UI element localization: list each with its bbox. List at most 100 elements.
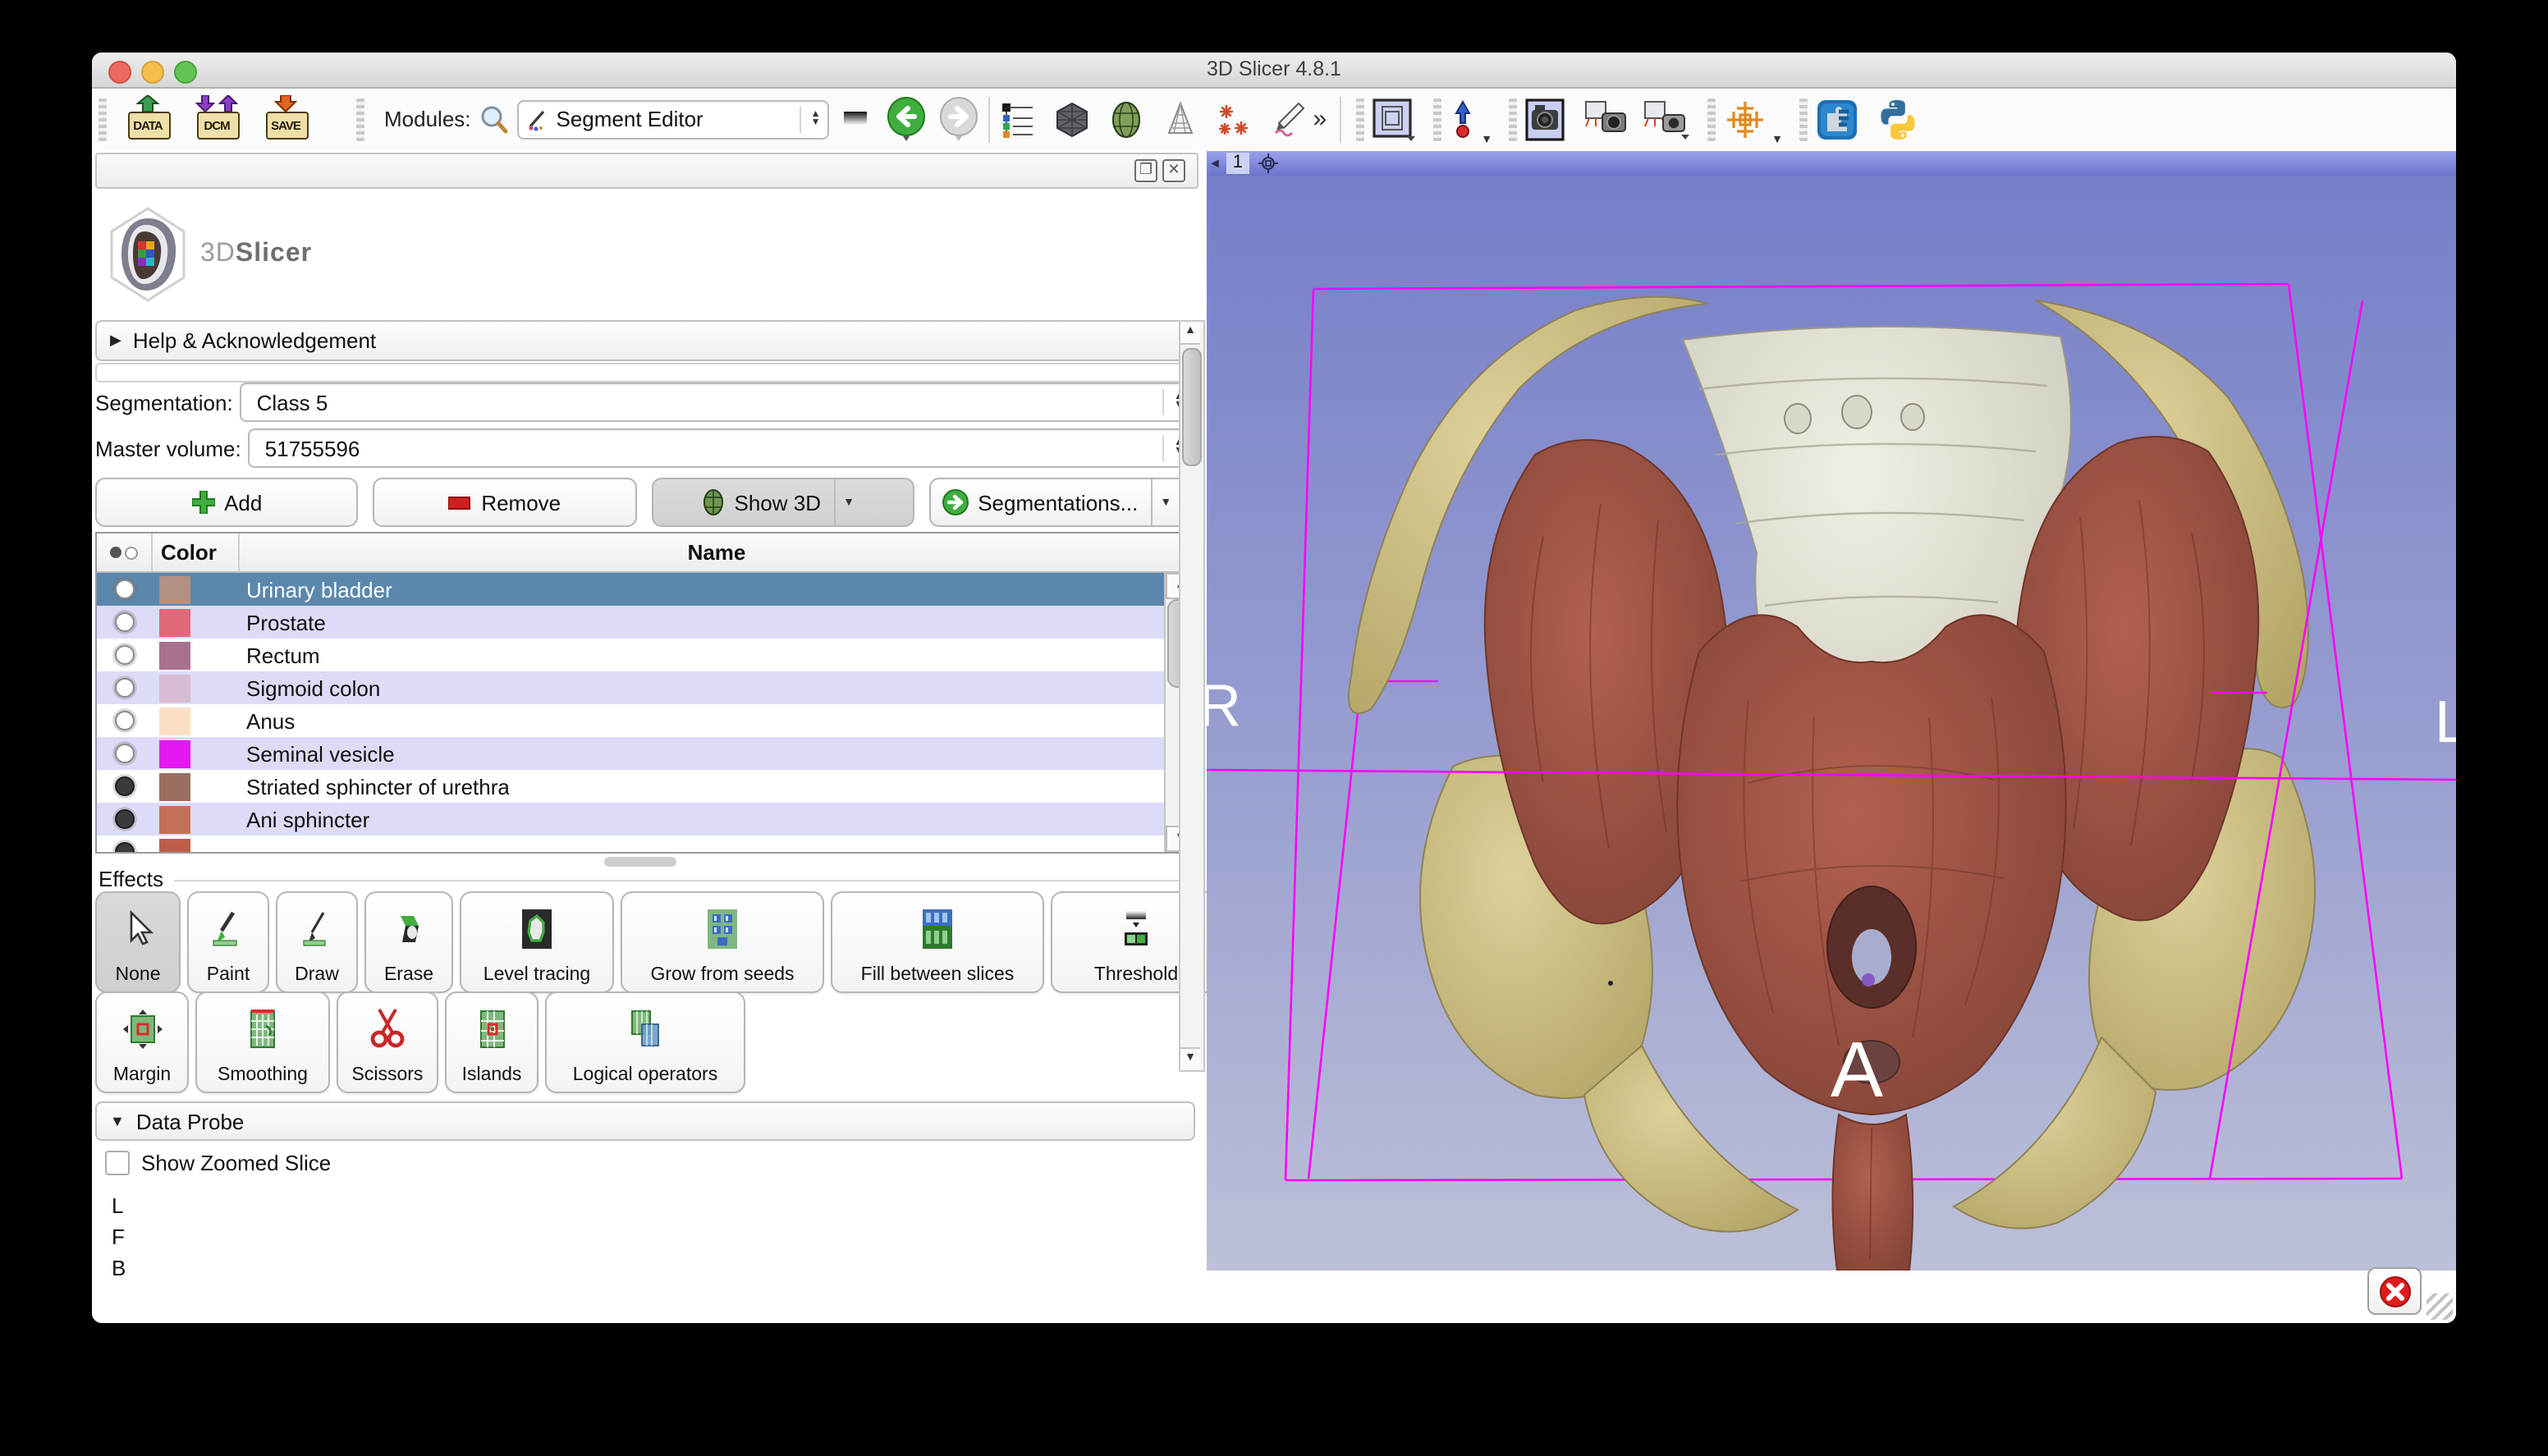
layout-selector-icon[interactable] xyxy=(1371,96,1420,142)
toolbar-grip[interactable] xyxy=(1433,98,1441,140)
data-module-cube-icon[interactable] xyxy=(1052,99,1092,139)
visibility-column-header[interactable] xyxy=(97,533,153,571)
show-3d-dropdown[interactable]: ▼ xyxy=(834,479,862,525)
effect-scissors-button[interactable]: Scissors xyxy=(337,991,438,1093)
module-back-button[interactable] xyxy=(885,96,928,142)
segment-row[interactable]: Prostate xyxy=(97,606,1166,639)
add-segment-button[interactable]: Add xyxy=(95,478,359,527)
crosshair-icon[interactable] xyxy=(1722,96,1768,142)
segment-row[interactable]: Seminal vesicle xyxy=(97,737,1166,770)
show-zoomed-slice-checkbox[interactable] xyxy=(105,1151,130,1175)
visibility-eye-icon[interactable] xyxy=(97,776,151,796)
error-log-button[interactable] xyxy=(2367,1267,2422,1315)
panel-float-icon[interactable]: ❐ xyxy=(1134,159,1157,182)
module-forward-button[interactable] xyxy=(937,96,980,142)
extensions-manager-icon[interactable] xyxy=(1814,96,1860,142)
segment-row[interactable]: Striated sphincter of urethra xyxy=(97,770,1166,803)
toolbar-grip[interactable] xyxy=(99,98,107,140)
toolbar-overflow-chevron[interactable]: » xyxy=(1313,105,1327,133)
visibility-eye-icon[interactable] xyxy=(97,612,151,632)
visibility-eye-icon[interactable] xyxy=(97,809,151,829)
panel-scroll-down-icon[interactable]: ▼ xyxy=(1180,1047,1200,1070)
effect-paint-button[interactable]: Paint xyxy=(187,891,269,993)
segment-color-swatch[interactable] xyxy=(159,608,190,636)
splitter-handle[interactable] xyxy=(604,857,676,867)
module-search-icon[interactable] xyxy=(478,103,511,135)
annotations-module-icon[interactable] xyxy=(1215,99,1254,139)
data-probe-section[interactable]: ▼ Data Probe xyxy=(95,1101,1195,1141)
visibility-eye-icon[interactable] xyxy=(97,711,151,730)
toolbar-grip[interactable] xyxy=(1707,98,1716,140)
segmentations-dropdown[interactable]: ▼ xyxy=(1151,479,1179,525)
effect-smoothing-button[interactable]: Smoothing xyxy=(195,991,330,1093)
panel-scroll-up-icon[interactable]: ▲ xyxy=(1180,322,1200,345)
python-console-icon[interactable] xyxy=(1875,96,1921,142)
remove-segment-button[interactable]: Remove xyxy=(373,478,637,527)
name-column-header[interactable]: Name xyxy=(240,533,1194,571)
effect-grow-from-seeds-button[interactable]: Grow from seeds xyxy=(621,891,824,993)
segment-row[interactable]: Urinary bladder xyxy=(97,573,1166,606)
viewbar-collapse-icon[interactable]: ◄ xyxy=(1208,156,1221,171)
color-column-header[interactable]: Color xyxy=(153,533,240,571)
help-acknowledgement-section[interactable]: ▶ Help & Acknowledgement xyxy=(95,320,1195,361)
visibility-eye-icon[interactable] xyxy=(97,579,151,599)
crosshair-dropdown[interactable]: ▼ xyxy=(1771,135,1783,146)
visibility-eye-icon[interactable] xyxy=(97,645,151,665)
effect-erase-button[interactable]: Erase xyxy=(364,891,453,993)
panel-scrollbar-thumb[interactable] xyxy=(1182,348,1202,466)
segment-row[interactable]: Rectum xyxy=(97,639,1166,671)
segment-row[interactable]: Sigmoid colon xyxy=(97,671,1166,704)
module-selector-combobox[interactable]: Segment Editor ▲▼ xyxy=(517,99,829,139)
screenshot-icon[interactable] xyxy=(1524,96,1570,142)
effect-level-tracing-button[interactable]: Level tracing xyxy=(460,891,614,993)
segment-color-swatch[interactable] xyxy=(159,641,190,669)
effect-none-button[interactable]: None xyxy=(95,891,181,993)
toolbar-grip[interactable] xyxy=(356,98,364,140)
module-combo-spinner[interactable]: ▲▼ xyxy=(800,106,821,132)
subject-hierarchy-icon[interactable] xyxy=(998,99,1038,139)
window-resize-grip[interactable] xyxy=(2427,1293,2453,1320)
module-panel-scrollbar[interactable]: ▲ ▼ xyxy=(1179,320,1205,1072)
toolbar-grip[interactable] xyxy=(1509,98,1517,140)
threed-viewport[interactable]: R L A xyxy=(1207,176,2456,1271)
visibility-eye-icon[interactable] xyxy=(97,842,151,854)
mouse-mode-icon[interactable] xyxy=(1448,98,1478,140)
segment-color-swatch[interactable] xyxy=(159,805,190,833)
segment-color-swatch[interactable] xyxy=(159,739,190,767)
modules-history-icon[interactable] xyxy=(842,109,868,129)
effect-logical-operators-button[interactable]: Logical operators xyxy=(545,991,745,1093)
effect-islands-button[interactable]: Islands xyxy=(445,991,538,1093)
segment-color-swatch[interactable] xyxy=(159,772,190,800)
models-module-icon[interactable] xyxy=(1161,99,1200,139)
markups-pen-icon[interactable] xyxy=(1269,99,1308,139)
segment-row[interactable]: Ani sphincter xyxy=(97,803,1166,836)
effect-draw-button[interactable]: Draw xyxy=(276,891,358,993)
segmentations-button[interactable]: Segmentations... ▼ xyxy=(929,478,1193,527)
segmentation-combobox[interactable]: Class 5 ▲▼ xyxy=(241,382,1192,422)
threed-view-controller-bar[interactable]: ◄ 1 xyxy=(1207,151,2456,176)
show-3d-button[interactable]: Show 3D ▼ xyxy=(651,478,914,527)
effect-margin-button[interactable]: Margin xyxy=(95,991,189,1093)
segment-row-partial[interactable] xyxy=(97,836,1166,854)
scene-view-restore-icon[interactable] xyxy=(1642,98,1691,140)
visibility-eye-icon[interactable] xyxy=(97,678,151,698)
save-button[interactable]: SAVE xyxy=(261,96,310,142)
toolbar-grip[interactable] xyxy=(1356,98,1364,140)
toolbar-grip[interactable] xyxy=(1799,98,1808,140)
scene-view-capture-icon[interactable] xyxy=(1583,98,1632,140)
effect-fill-between-slices-button[interactable]: Fill between slices xyxy=(831,891,1044,993)
view-pin-icon[interactable] xyxy=(1258,153,1279,174)
panel-dock-titlebar[interactable]: ❐ ✕ xyxy=(95,153,1198,189)
master-volume-combobox[interactable]: 51755596 ▲▼ xyxy=(249,428,1192,468)
visibility-eye-icon[interactable] xyxy=(97,744,151,763)
segment-color-swatch[interactable] xyxy=(159,674,190,702)
segment-color-swatch[interactable] xyxy=(159,838,190,854)
segment-row[interactable]: Anus xyxy=(97,704,1166,737)
segment-color-swatch[interactable] xyxy=(159,575,190,603)
volumes-module-icon[interactable] xyxy=(1107,99,1146,139)
panel-close-icon[interactable]: ✕ xyxy=(1162,159,1185,182)
segment-color-swatch[interactable] xyxy=(159,707,190,735)
mouse-mode-dropdown[interactable]: ▼ xyxy=(1481,135,1492,146)
load-data-button[interactable]: DATA xyxy=(123,96,172,142)
dicom-button[interactable]: DCM xyxy=(192,96,241,142)
